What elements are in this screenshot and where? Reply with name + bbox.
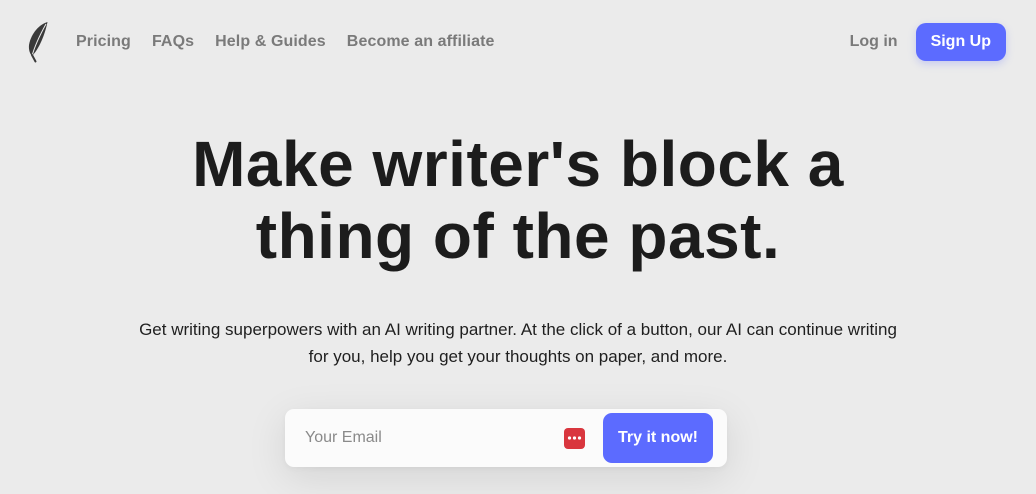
signup-button[interactable]: Sign Up	[915, 23, 1006, 61]
nav-auth: Log in Sign Up	[850, 23, 1006, 61]
password-manager-icon[interactable]	[564, 427, 585, 449]
email-input[interactable]	[285, 409, 564, 467]
hero-headline-line-2: thing of the past.	[255, 200, 781, 272]
hero-headline-line-1: Make writer's block a	[192, 128, 844, 200]
hero-subtext: Get writing superpowers with an AI writi…	[139, 320, 897, 366]
landing-page: Pricing FAQs Help & Guides Become an aff…	[0, 0, 1036, 494]
email-signup-form: Try it now!	[285, 409, 727, 467]
top-navbar: Pricing FAQs Help & Guides Become an aff…	[0, 0, 1036, 84]
nav-links: Pricing FAQs Help & Guides Become an aff…	[76, 33, 516, 51]
hero-headline: Make writer's block a thing of the past.	[0, 128, 1036, 272]
nav-link-pricing[interactable]: Pricing	[76, 33, 131, 51]
nav-link-affiliate[interactable]: Become an affiliate	[347, 33, 495, 51]
hero-section: Make writer's block a thing of the past.…	[0, 128, 1036, 370]
feather-logo-graphic	[28, 22, 48, 63]
feather-icon[interactable]	[24, 21, 52, 63]
try-it-now-button[interactable]: Try it now!	[603, 413, 713, 463]
nav-link-help-guides[interactable]: Help & Guides	[215, 33, 326, 51]
password-dots-graphic	[567, 436, 582, 440]
nav-link-faqs[interactable]: FAQs	[152, 33, 194, 51]
login-link[interactable]: Log in	[850, 33, 898, 51]
